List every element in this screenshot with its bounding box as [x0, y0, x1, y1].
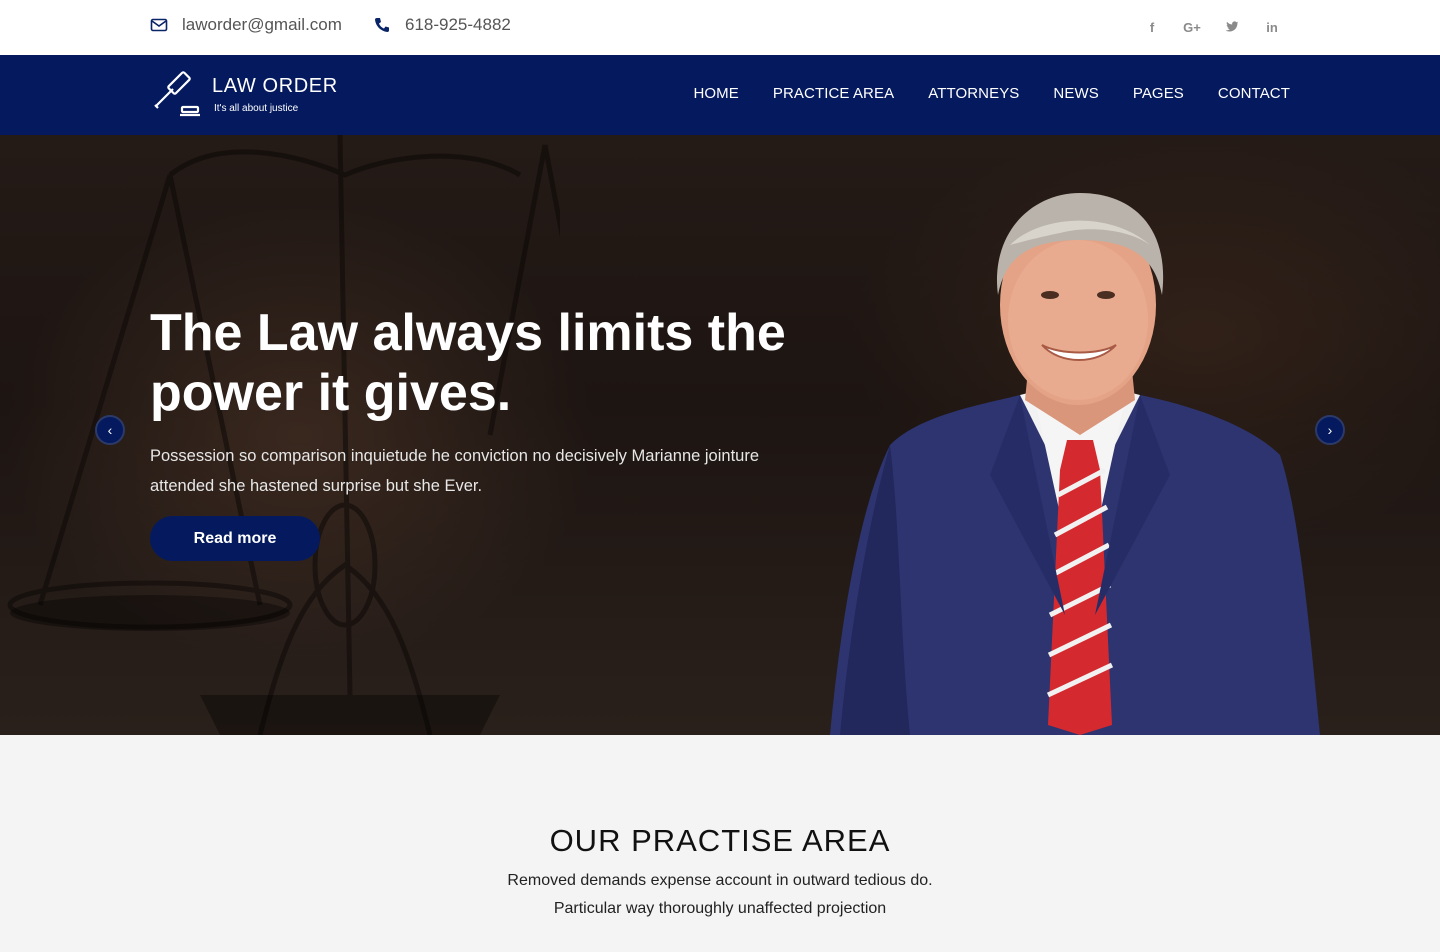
- main-navbar: LAW ORDER It's all about justice HOME PR…: [0, 55, 1440, 135]
- envelope-icon: [150, 16, 168, 34]
- hero-title: The Law always limits the power it gives…: [150, 304, 786, 422]
- phone-icon: [373, 16, 391, 34]
- slider-prev-button[interactable]: ‹: [95, 415, 125, 445]
- brand-logo[interactable]: LAW ORDER It's all about justice: [152, 69, 338, 119]
- nav-attorneys[interactable]: ATTORNEYS: [928, 85, 1019, 102]
- phone-contact[interactable]: 618-925-4882: [373, 15, 511, 35]
- email-contact[interactable]: laworder@gmail.com: [150, 15, 342, 35]
- email-text: laworder@gmail.com: [182, 15, 342, 34]
- scales-of-justice-image: [7, 135, 560, 735]
- main-menu: HOME PRACTICE AREA ATTORNEYS NEWS PAGES …: [693, 85, 1290, 102]
- hero-description: Possession so comparison inquietude he c…: [150, 447, 760, 495]
- section-title: OUR PRACTISE AREA: [549, 823, 891, 858]
- brand-name: LAW ORDER: [212, 75, 338, 97]
- top-bar: laworder@gmail.com 618-925-4882 f G+ in: [0, 0, 1440, 55]
- hero-slider: ‹ › The Law always limits the power it g…: [0, 135, 1440, 735]
- google-plus-icon[interactable]: G+: [1183, 18, 1201, 36]
- nav-news[interactable]: NEWS: [1053, 85, 1098, 102]
- social-links: f G+ in: [1144, 18, 1280, 36]
- read-more-button[interactable]: Read more: [150, 516, 320, 561]
- nav-practice-area[interactable]: PRACTICE AREA: [773, 85, 894, 102]
- gavel-icon: [154, 71, 200, 117]
- linkedin-icon[interactable]: in: [1264, 18, 1280, 36]
- nav-contact[interactable]: CONTACT: [1218, 85, 1290, 102]
- section-description: Removed demands expense account in outwa…: [507, 872, 933, 917]
- practice-area-section: OUR PRACTISE AREA Removed demands expens…: [0, 735, 1440, 952]
- brand-text: LAW ORDER It's all about justice: [212, 69, 338, 114]
- attorney-portrait-image: [830, 193, 1320, 735]
- twitter-icon[interactable]: [1224, 18, 1240, 36]
- nav-home[interactable]: HOME: [693, 85, 738, 102]
- phone-text: 618-925-4882: [405, 15, 511, 34]
- nav-pages[interactable]: PAGES: [1133, 85, 1184, 102]
- brand-tagline: It's all about justice: [214, 103, 299, 114]
- facebook-icon[interactable]: f: [1144, 18, 1160, 36]
